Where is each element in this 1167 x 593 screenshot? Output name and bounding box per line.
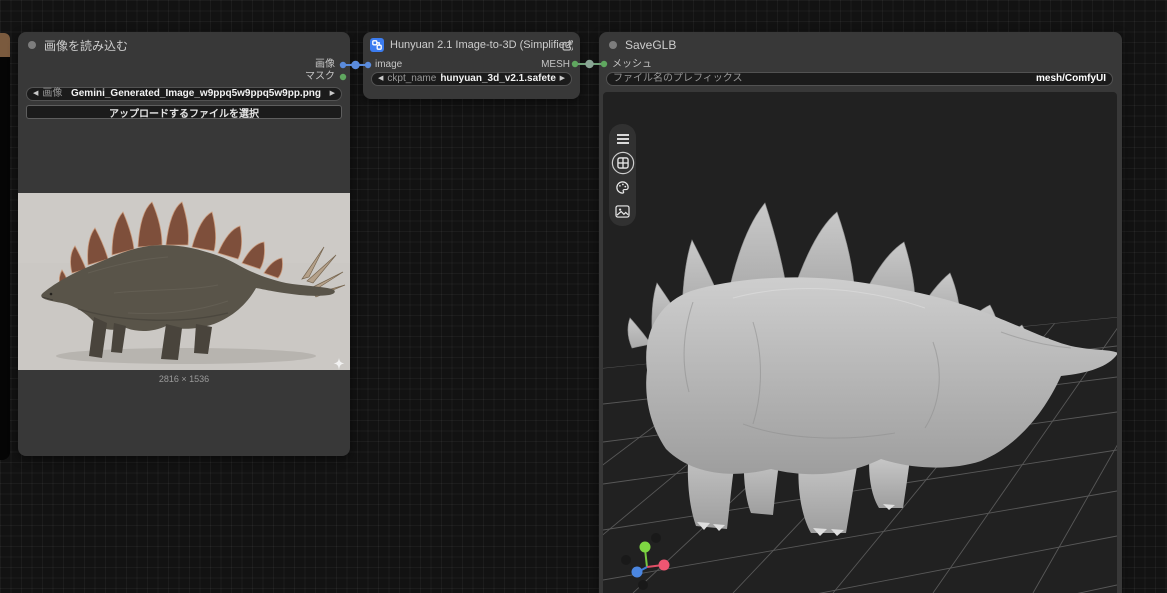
- prefix-value: mesh/ComfyUI: [747, 73, 1107, 85]
- load-image-title-row: 画像を読み込む: [18, 32, 350, 58]
- combo-value: Gemini_Generated_Image_w9ppq5w9ppq5w9pp.…: [66, 88, 325, 100]
- axis-z-handle: [632, 567, 643, 578]
- combo-prev-icon[interactable]: ◀: [33, 88, 38, 100]
- palette-icon[interactable]: [611, 177, 635, 197]
- image-dimensions: 2816 × 1536: [18, 374, 350, 384]
- subgraph-badge-icon: [370, 38, 384, 52]
- node-title: SaveGLB: [625, 38, 676, 52]
- menu-icon[interactable]: [611, 129, 635, 149]
- node-title: Hunyuan 2.1 Image-to-3D (Simplified): [390, 39, 573, 51]
- image-icon[interactable]: [611, 201, 635, 221]
- stegosaurus-mesh: [628, 203, 1117, 536]
- axes-gizmo[interactable]: [621, 533, 670, 590]
- hunyuan-node[interactable]: Hunyuan 2.1 Image-to-3D (Simplified) ima…: [363, 32, 580, 99]
- combo-next-icon[interactable]: ▶: [560, 73, 565, 85]
- filename-prefix-input[interactable]: ファイル名のプレフィックス mesh/ComfyUI: [606, 72, 1113, 86]
- link-image-midpoint[interactable]: [351, 61, 359, 69]
- sparkle-icon[interactable]: [333, 357, 345, 369]
- hunyuan-title-row: Hunyuan 2.1 Image-to-3D (Simplified): [363, 32, 580, 58]
- viewport-toolbar: [609, 124, 636, 226]
- combo-next-icon[interactable]: ▶: [330, 88, 335, 100]
- input-label-image: image: [375, 59, 402, 71]
- stegosaurus-photo: [18, 193, 350, 370]
- combo-prev-icon[interactable]: ◀: [378, 73, 383, 85]
- output-label-mask: マスク: [305, 71, 335, 83]
- 3d-scene: [603, 92, 1117, 593]
- load-image-node[interactable]: 画像を読み込む 画像 マスク ◀ 画像 Gemini_Generated_Ima…: [18, 32, 350, 456]
- saveglb-node[interactable]: SaveGLB メッシュ ファイル名のプレフィックス mesh/ComfyUI: [599, 32, 1122, 593]
- combo-label: ckpt_name: [387, 73, 436, 85]
- link-mesh-midpoint[interactable]: [585, 60, 593, 68]
- node-status-dot[interactable]: [28, 41, 36, 49]
- combo-label: 画像: [42, 88, 62, 100]
- image-combo-widget[interactable]: ◀ 画像 Gemini_Generated_Image_w9ppq5w9ppq5…: [26, 87, 342, 101]
- comfyui-canvas[interactable]: 画像を読み込む 画像 マスク ◀ 画像 Gemini_Generated_Ima…: [0, 0, 1167, 593]
- ckpt-combo-widget[interactable]: ◀ ckpt_name hunyuan_3d_v2.1.safetensors …: [371, 72, 572, 86]
- image-preview: [18, 193, 350, 370]
- combo-value: hunyuan_3d_v2.1.safetensors: [440, 73, 555, 85]
- grid-view-icon[interactable]: [611, 153, 635, 173]
- input-label-mesh: メッシュ: [612, 59, 652, 71]
- node-title: 画像を読み込む: [44, 37, 128, 54]
- prefix-label: ファイル名のプレフィックス: [613, 73, 743, 85]
- saveglb-title-row: SaveGLB: [599, 32, 1122, 58]
- offscreen-node-partial[interactable]: [0, 33, 10, 460]
- node-status-dot[interactable]: [609, 41, 617, 49]
- 3d-viewport[interactable]: [603, 92, 1117, 593]
- open-subgraph-icon[interactable]: [561, 39, 573, 51]
- axis-y-handle: [640, 542, 651, 553]
- upload-file-button[interactable]: アップロードするファイルを選択: [26, 105, 342, 119]
- offscreen-node-header: [0, 33, 10, 57]
- output-label-mesh: MESH: [541, 59, 570, 71]
- axis-x-handle: [659, 560, 670, 571]
- ground-grid: [603, 92, 1117, 593]
- output-label-image: 画像: [315, 59, 335, 71]
